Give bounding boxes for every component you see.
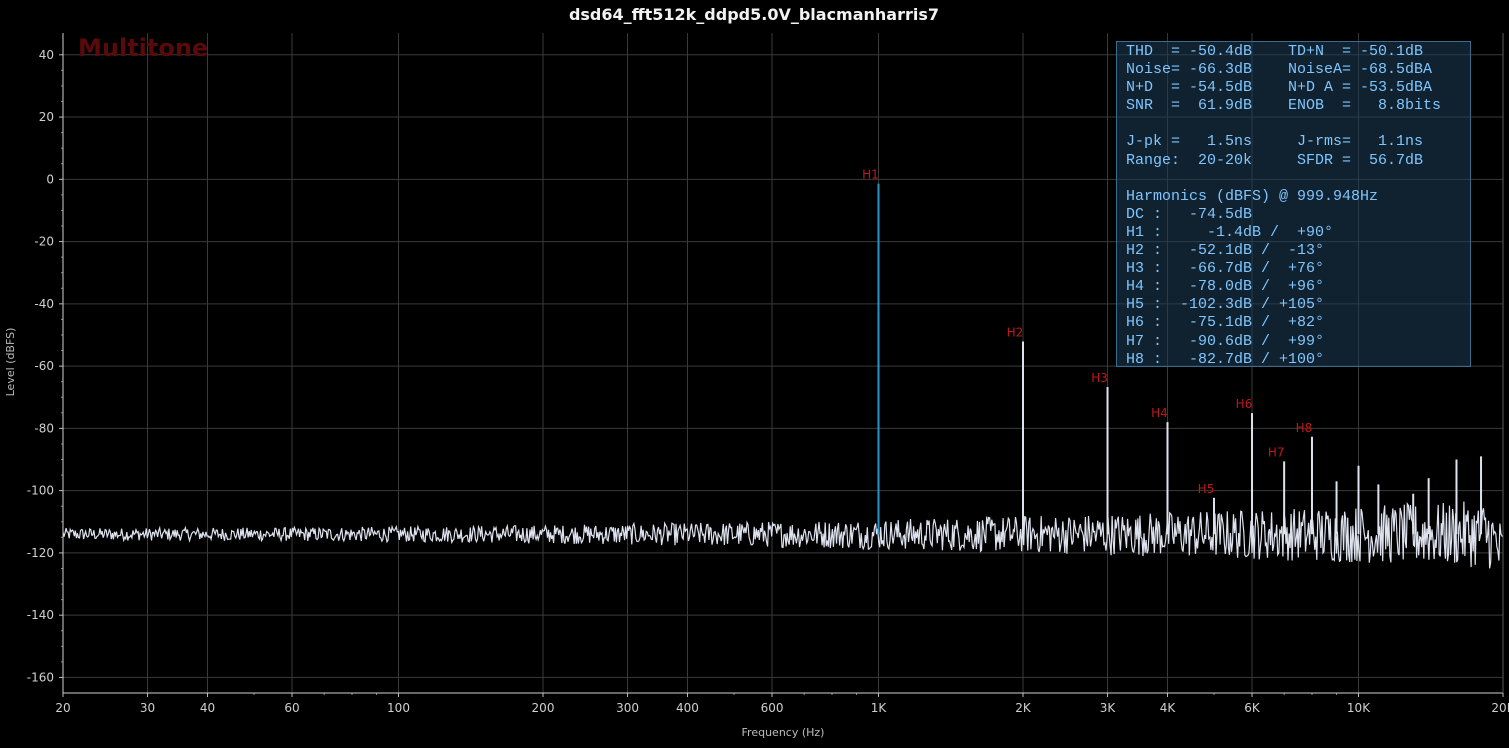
stats-text: THD = -50.4dB TD+N = -50.1dB Noise= -66.… bbox=[1126, 43, 1442, 368]
y-tick-label: -20 bbox=[34, 235, 54, 249]
x-tick-label: 60 bbox=[284, 701, 299, 715]
harmonic-label-h1: H1 bbox=[862, 168, 879, 182]
stats-panel: THD = -50.4dB TD+N = -50.1dB Noise= -66.… bbox=[1116, 41, 1471, 368]
y-tick-label: -160 bbox=[27, 670, 54, 684]
x-tick-label: 200 bbox=[532, 701, 555, 715]
x-tick-label: 20 bbox=[55, 701, 70, 715]
x-tick-label: 600 bbox=[761, 701, 784, 715]
noise-floor-trace bbox=[62, 501, 1504, 569]
harmonic-label-h8: H8 bbox=[1296, 421, 1313, 435]
harmonic-label-h2: H2 bbox=[1007, 326, 1024, 340]
y-tick-label: -100 bbox=[27, 484, 54, 498]
y-axis-label: Level (dBFS) bbox=[4, 328, 17, 397]
x-axis-label: Frequency (Hz) bbox=[742, 726, 825, 739]
x-tick-label: 400 bbox=[676, 701, 699, 715]
x-tick-label: 40 bbox=[200, 701, 215, 715]
x-tick-label: 300 bbox=[616, 701, 639, 715]
y-tick-label: 40 bbox=[39, 48, 54, 62]
y-tick-label: -40 bbox=[34, 297, 54, 311]
x-tick-label: 30 bbox=[140, 701, 155, 715]
x-tick-label: 3K bbox=[1100, 701, 1117, 715]
watermark: Multitone bbox=[78, 34, 208, 62]
harmonic-label-h6: H6 bbox=[1236, 397, 1253, 411]
y-tick-label: -140 bbox=[27, 608, 54, 622]
harmonic-label-h4: H4 bbox=[1151, 406, 1168, 420]
y-tick-label: 0 bbox=[46, 172, 54, 186]
y-tick-label: -60 bbox=[34, 359, 54, 373]
x-tick-label: 4K bbox=[1160, 701, 1177, 715]
chart-title: dsd64_fft512k_ddpd5.0V_blacmanharris7 bbox=[569, 5, 939, 24]
x-tick-label: 2K bbox=[1015, 701, 1032, 715]
x-tick-label: 10K bbox=[1347, 701, 1371, 715]
x-tick-label: 100 bbox=[387, 701, 410, 715]
harmonic-label-h3: H3 bbox=[1091, 371, 1108, 385]
y-tick-label: -120 bbox=[27, 546, 54, 560]
y-tick-label: 20 bbox=[39, 110, 54, 124]
x-tick-label: 1K bbox=[871, 701, 888, 715]
harmonic-label-h7: H7 bbox=[1268, 445, 1285, 459]
x-tick-label: 6K bbox=[1244, 701, 1261, 715]
y-tick-label: -80 bbox=[34, 421, 54, 435]
harmonic-label-h5: H5 bbox=[1198, 482, 1215, 496]
x-tick-label: 20K bbox=[1491, 701, 1509, 715]
